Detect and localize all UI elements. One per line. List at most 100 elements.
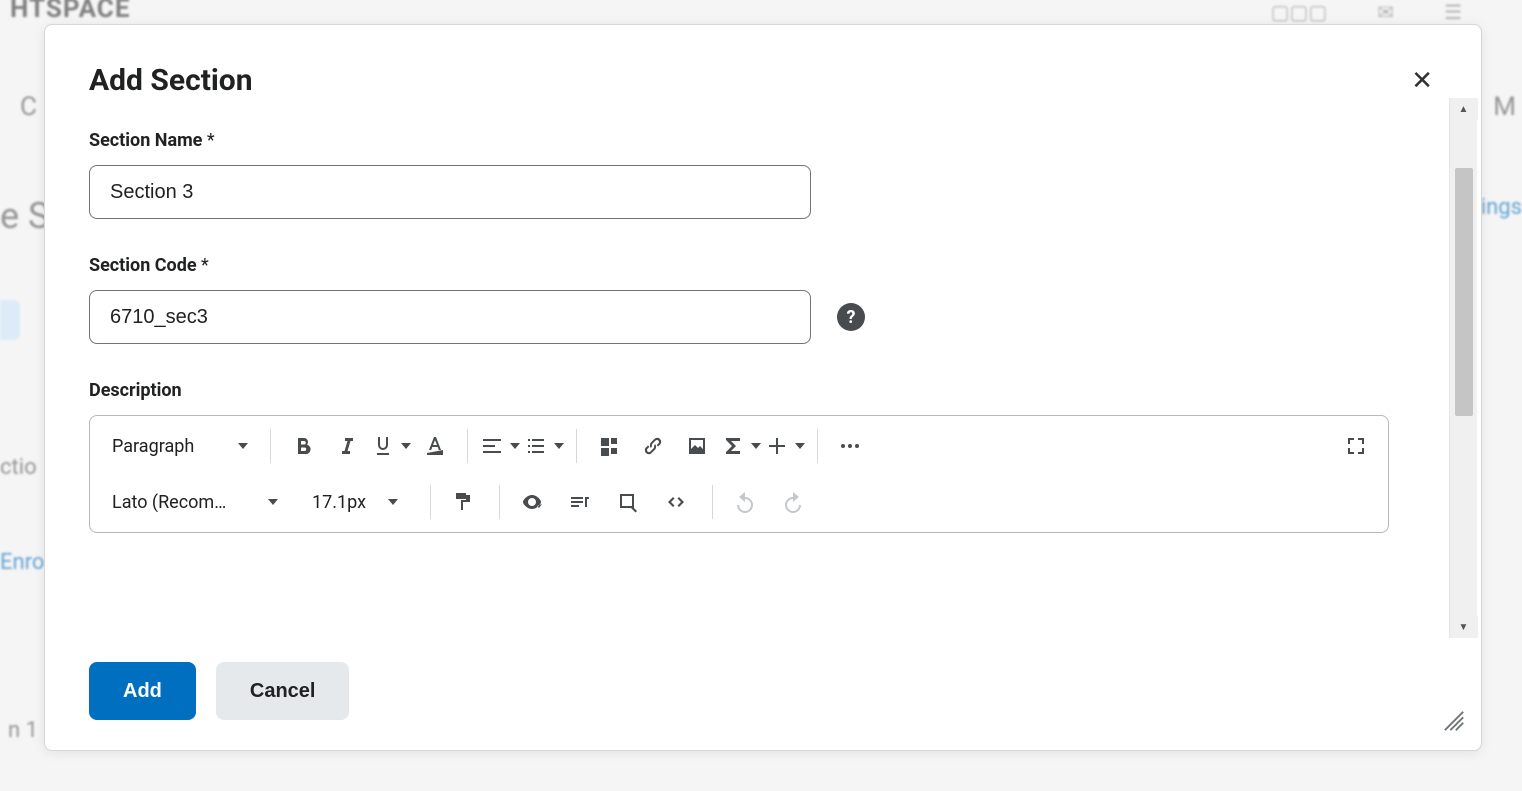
form-content: Section Name * Section Code * ? Descript… <box>89 130 1397 533</box>
redo-button[interactable] <box>771 480 815 524</box>
more-actions-button[interactable] <box>828 424 872 468</box>
scroll-track[interactable] <box>1450 120 1477 616</box>
brand-fragment: HTSPACE <box>10 0 130 24</box>
section-code-label: Section Code * <box>89 255 1397 276</box>
insert-link-button[interactable] <box>631 424 675 468</box>
toolbar-divider <box>430 485 431 519</box>
toolbar-divider <box>817 429 818 463</box>
header-icons-fragment: ▢▢▢✉☰ <box>1271 0 1462 24</box>
chevron-down-icon <box>510 443 520 449</box>
fullscreen-icon <box>1344 434 1368 458</box>
fullscreen-button[interactable] <box>1334 424 1378 468</box>
font-family-value: Lato (Recomm… <box>112 492 240 513</box>
word-count-icon <box>568 490 592 514</box>
italic-button[interactable] <box>325 424 369 468</box>
dialog-body: Section Name * Section Code * ? Descript… <box>45 98 1481 638</box>
description-group: Description Paragraph <box>89 380 1397 533</box>
chevron-down-icon <box>401 443 411 449</box>
undo-icon <box>733 490 757 514</box>
section-name-group: Section Name * <box>89 130 1397 219</box>
scrollbar[interactable]: ▲ ▼ <box>1449 98 1477 638</box>
block-format-dropdown[interactable]: Paragraph <box>100 426 260 466</box>
ellipsis-icon <box>838 434 862 458</box>
text-color-button[interactable] <box>413 424 457 468</box>
section-name-label: Section Name * <box>89 130 1397 151</box>
scroll-up-arrow[interactable]: ▲ <box>1450 98 1478 120</box>
align-icon <box>480 434 504 458</box>
close-button[interactable]: ✕ <box>1407 63 1437 97</box>
list-button[interactable] <box>522 424 566 468</box>
bg-text-e: e S <box>0 195 49 237</box>
bold-button[interactable] <box>281 424 325 468</box>
eye-check-icon <box>520 490 544 514</box>
chevron-down-icon <box>751 443 761 449</box>
dialog-footer: Add Cancel <box>45 638 1481 750</box>
insert-stuff-icon <box>597 434 621 458</box>
dialog-title: Add Section <box>89 63 253 98</box>
toolbar-divider <box>499 485 500 519</box>
accessibility-check-button[interactable] <box>510 480 554 524</box>
italic-icon <box>335 434 359 458</box>
bg-text-ctio: ctio <box>0 455 37 480</box>
chevron-down-icon <box>268 499 278 505</box>
equation-button[interactable] <box>719 424 763 468</box>
image-icon <box>685 434 709 458</box>
toolbar-divider <box>712 485 713 519</box>
list-icon <box>524 434 548 458</box>
resize-handle[interactable] <box>1443 710 1465 736</box>
text-color-icon <box>423 434 447 458</box>
section-name-input[interactable] <box>89 165 811 219</box>
required-marker: * <box>207 130 215 151</box>
code-icon <box>664 490 688 514</box>
section-code-input[interactable] <box>89 290 811 344</box>
format-painter-icon <box>451 490 475 514</box>
resize-icon <box>1443 710 1465 732</box>
bg-text-m: M <box>1493 92 1516 122</box>
bg-text-n1: n 1 <box>8 718 38 743</box>
chevron-down-icon <box>238 443 248 449</box>
scroll-thumb[interactable] <box>1455 168 1473 416</box>
chevron-down-icon <box>554 443 564 449</box>
chevron-down-icon <box>388 499 398 505</box>
font-size-value: 17.1px <box>312 492 366 513</box>
plus-icon <box>765 434 789 458</box>
section-name-label-text: Section Name <box>89 130 202 151</box>
format-painter-button[interactable] <box>441 480 485 524</box>
insert-more-button[interactable] <box>763 424 807 468</box>
bg-text-enro: Enro <box>0 550 44 575</box>
link-icon <box>641 434 665 458</box>
add-section-dialog: Add Section ✕ Section Name * Section Cod… <box>44 24 1482 751</box>
bg-pill <box>0 300 20 340</box>
cancel-button[interactable]: Cancel <box>216 662 350 720</box>
preview-button[interactable] <box>606 480 650 524</box>
rte-toolbar: Paragraph <box>90 416 1388 532</box>
description-label: Description <box>89 380 1397 401</box>
toolbar-divider <box>576 429 577 463</box>
scroll-down-arrow[interactable]: ▼ <box>1450 616 1478 638</box>
rich-text-editor: Paragraph <box>89 415 1389 533</box>
preview-icon <box>616 490 640 514</box>
dialog-header: Add Section ✕ <box>45 25 1481 98</box>
underline-button[interactable] <box>369 424 413 468</box>
font-family-dropdown[interactable]: Lato (Recomm… <box>100 482 290 522</box>
source-code-button[interactable] <box>654 480 698 524</box>
help-icon[interactable]: ? <box>837 303 865 331</box>
font-size-dropdown[interactable]: 17.1px <box>290 482 420 522</box>
section-code-label-text: Section Code <box>89 255 197 276</box>
insert-image-button[interactable] <box>675 424 719 468</box>
chevron-down-icon <box>795 443 805 449</box>
add-button[interactable]: Add <box>89 662 196 720</box>
bg-text-c: C <box>20 92 37 122</box>
toolbar-divider <box>270 429 271 463</box>
section-code-group: Section Code * ? <box>89 255 1397 344</box>
redo-icon <box>781 490 805 514</box>
insert-stuff-button[interactable] <box>587 424 631 468</box>
required-marker: * <box>201 255 209 276</box>
toolbar-divider <box>467 429 468 463</box>
undo-button[interactable] <box>723 480 767 524</box>
word-count-button[interactable] <box>558 480 602 524</box>
close-icon: ✕ <box>1411 65 1433 95</box>
align-button[interactable] <box>478 424 522 468</box>
bg-text-ings: ings <box>1481 195 1522 220</box>
bold-icon <box>291 434 315 458</box>
